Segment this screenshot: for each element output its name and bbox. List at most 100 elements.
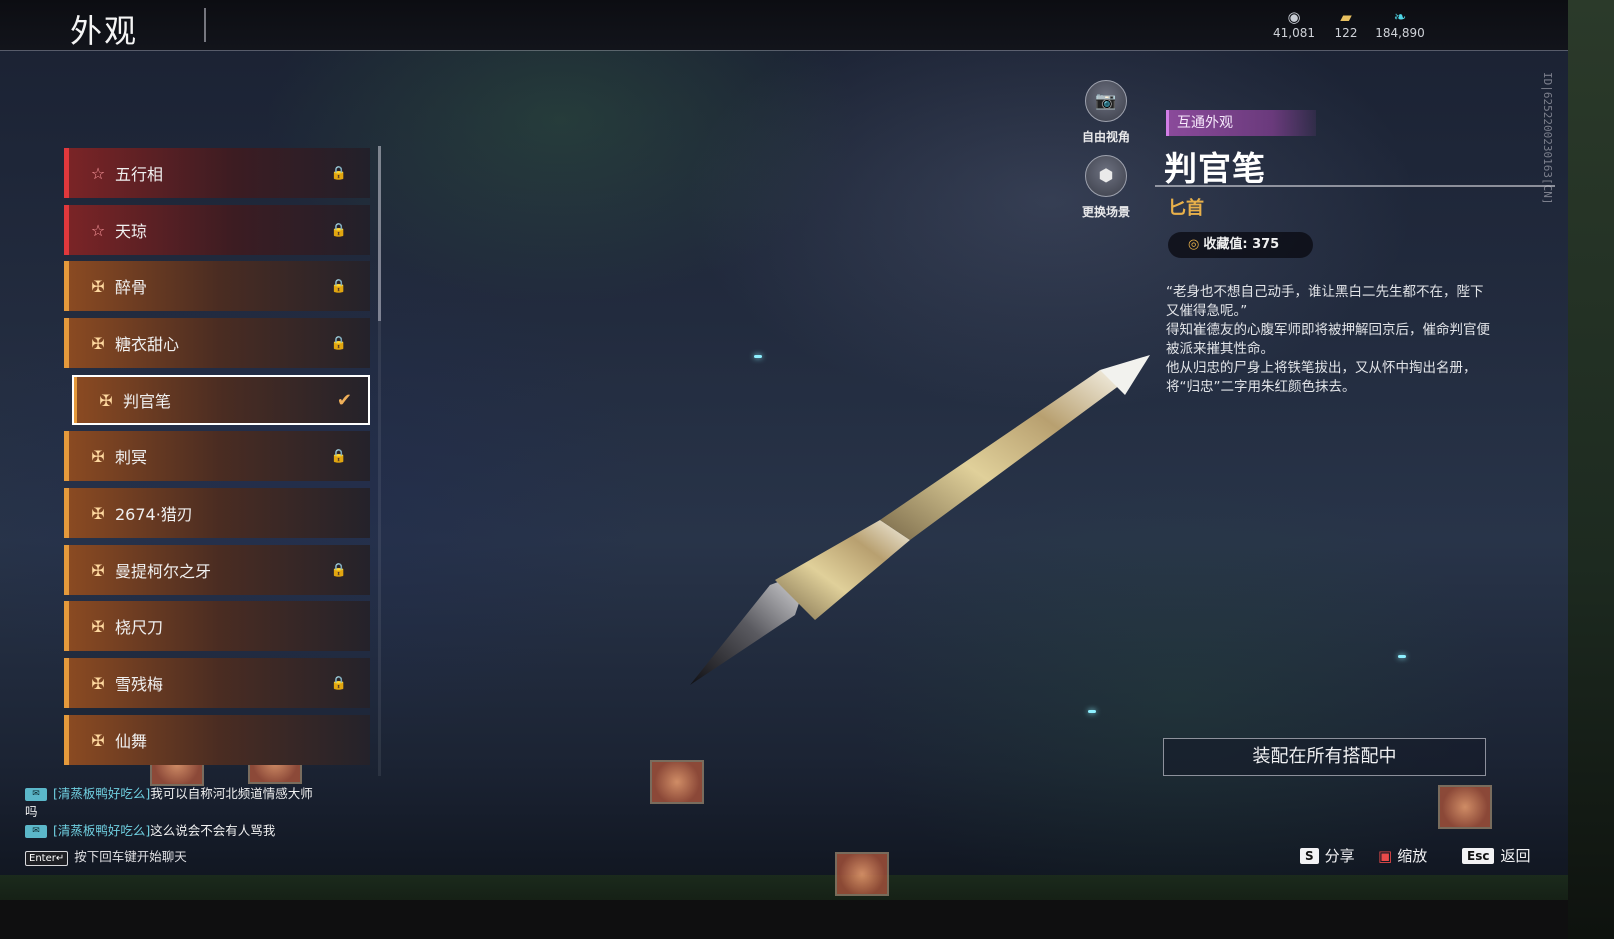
cross-ornament-icon: ✠ <box>91 503 105 523</box>
back-label: 返回 <box>1500 847 1531 865</box>
right-edge-background <box>1568 0 1614 939</box>
list-item[interactable]: ✠ 糖衣甜心 🔒 <box>64 318 370 368</box>
currency-ticket: ▰ 122 <box>1316 8 1376 40</box>
mouse-icon: ▣ <box>1378 846 1393 865</box>
lock-icon: 🔒 <box>330 675 348 691</box>
description-line: 得知崔德友的心腹军师即将被押解回京后，催命判官便被派来摧其性命。 <box>1166 322 1490 357</box>
currency-value: 41,081 <box>1273 26 1315 40</box>
lock-icon: 🔒 <box>330 222 348 238</box>
chat-text: 这么说会不会有人骂我 <box>150 823 276 838</box>
list-item[interactable]: ✠ 仙舞 <box>64 715 370 765</box>
list-item[interactable]: ✠ 2674·猎刃 <box>64 488 370 538</box>
list-item[interactable]: ✠ 雪残梅 🔒 <box>64 658 370 708</box>
spark-decoration <box>754 355 762 358</box>
list-item-name: 醉骨 <box>115 278 148 297</box>
cross-platform-tag: 互通外观 <box>1166 110 1316 136</box>
list-item[interactable]: ✠ 曼提柯尔之牙 🔒 <box>64 545 370 595</box>
share-label: 分享 <box>1324 847 1355 865</box>
cross-ornament-icon: ✠ <box>91 276 105 296</box>
item-type: 匕首 <box>1168 198 1204 219</box>
list-item-name: 仙舞 <box>115 732 148 751</box>
lock-icon: 🔒 <box>330 562 348 578</box>
page-title: 外观 <box>70 12 139 50</box>
bottom-bar <box>0 900 1568 939</box>
change-scene-button[interactable]: ⬢ 更换场景 <box>1071 155 1141 220</box>
zoom-label: 缩放 <box>1397 847 1428 865</box>
equip-all-button[interactable]: 装配在所有搭配中 <box>1163 738 1486 776</box>
lantern-decoration <box>650 760 704 804</box>
item-name: 判官笔 <box>1164 149 1266 188</box>
item-description: “老身也不想自己动手，谁让黑白二先生都不在，陛下又催得急呢。” 得知崔德友的心腹… <box>1166 283 1491 397</box>
collection-icon: ◎ <box>1188 237 1200 252</box>
free-view-label: 自由视角 <box>1081 130 1130 144</box>
list-item-name: 五行相 <box>115 165 164 184</box>
cross-ornament-icon: ✠ <box>91 446 105 466</box>
coin-icon: ◉ <box>1287 8 1301 26</box>
esc-key: Esc <box>1462 847 1495 864</box>
back-button[interactable]: Esc 返回 <box>1462 845 1530 866</box>
name-divider <box>1155 185 1555 187</box>
list-item-name: 2674·猎刃 <box>115 505 193 524</box>
appearance-list[interactable]: ☆ 五行相 🔒 ☆ 天琼 🔒 ✠ 醉骨 🔒 ✠ 糖衣甜心 🔒 ✠ 判官笔 ✔ ✠… <box>64 146 374 776</box>
chat-message: ✉ [清蒸板鸭好吃么]我可以自称河北频道情感大师吗 <box>25 785 315 821</box>
chat-hint-text: 按下回车键开始聊天 <box>74 849 187 864</box>
list-item-name: 刺冥 <box>115 448 148 467</box>
list-item[interactable]: ✠ 桡尺刀 <box>64 601 370 651</box>
cube-icon: ⬢ <box>1085 155 1127 197</box>
list-item-name: 曼提柯尔之牙 <box>115 562 212 581</box>
weapon-model[interactable] <box>680 340 1170 700</box>
description-line: 他从归忠的尸身上将铁笔拔出，又从怀中掏出名册，将“归忠”二字用朱红颜色抹去。 <box>1166 360 1477 395</box>
lantern-decoration <box>1438 785 1492 829</box>
cross-ornament-icon: ✠ <box>91 333 105 353</box>
cross-ornament-icon: ✠ <box>99 390 113 410</box>
list-item[interactable]: ✠ 醉骨 🔒 <box>64 261 370 311</box>
lantern-decoration <box>835 852 889 896</box>
collection-value-badge: ◎ 收藏值: 375 <box>1168 232 1313 258</box>
lock-icon: 🔒 <box>330 278 348 294</box>
change-scene-label: 更换场景 <box>1081 205 1130 219</box>
chat-message: ✉ [清蒸板鸭好吃么]这么说会不会有人骂我 <box>25 822 315 840</box>
zoom-button[interactable]: ▣ 缩放 <box>1378 845 1427 866</box>
star-icon: ☆ <box>90 220 106 240</box>
chat-hint[interactable]: Enter↵ 按下回车键开始聊天 <box>25 846 187 866</box>
free-view-button[interactable]: 📷 自由视角 <box>1071 80 1141 145</box>
enter-key: Enter↵ <box>25 851 69 866</box>
spark-decoration <box>1088 710 1096 713</box>
cross-ornament-icon: ✠ <box>91 730 105 750</box>
list-item[interactable]: ☆ 天琼 🔒 <box>64 205 370 255</box>
list-item[interactable]: ☆ 五行相 🔒 <box>64 148 370 198</box>
cross-ornament-icon: ✠ <box>91 560 105 580</box>
feather-icon: ❧ <box>1393 8 1407 26</box>
star-icon: ☆ <box>90 163 106 183</box>
lock-icon: 🔒 <box>330 335 348 351</box>
chat-panel: ✉ [清蒸板鸭好吃么]我可以自称河北频道情感大师吗 ✉ [清蒸板鸭好吃么]这么说会不… <box>25 785 315 841</box>
cross-ornament-icon: ✠ <box>91 616 105 636</box>
cross-ornament-icon: ✠ <box>91 673 105 693</box>
lock-icon: 🔒 <box>330 448 348 464</box>
title-separator <box>204 8 206 42</box>
currency-value: 184,890 <box>1375 26 1425 40</box>
list-item-name: 糖衣甜心 <box>115 335 180 354</box>
build-id: ID|6252200230163[CN] <box>1541 72 1554 205</box>
spark-decoration <box>1398 655 1406 658</box>
top-divider <box>0 50 1568 51</box>
list-item-name: 雪残梅 <box>115 675 164 694</box>
chat-sender[interactable]: [清蒸板鸭好吃么] <box>53 823 150 838</box>
check-icon: ✔ <box>336 389 352 411</box>
list-item-name: 天琼 <box>115 222 148 241</box>
collection-label: 收藏值: 375 <box>1203 237 1280 252</box>
camera-icon: 📷 <box>1085 80 1127 122</box>
list-item-name: 判官笔 <box>123 392 172 411</box>
currency-coin: ◉ 41,081 <box>1264 8 1324 40</box>
share-button[interactable]: S 分享 <box>1300 845 1355 866</box>
chat-channel-icon: ✉ <box>25 788 47 801</box>
list-scrollbar-thumb[interactable] <box>378 146 381 321</box>
share-key: S <box>1300 847 1319 864</box>
currency-value: 122 <box>1334 26 1358 40</box>
list-item-selected[interactable]: ✠ 判官笔 ✔ <box>72 375 370 425</box>
chat-sender[interactable]: [清蒸板鸭好吃么] <box>53 786 150 801</box>
list-item[interactable]: ✠ 刺冥 🔒 <box>64 431 370 481</box>
list-item-name: 桡尺刀 <box>115 618 164 637</box>
ticket-icon: ▰ <box>1340 8 1352 26</box>
chat-channel-icon: ✉ <box>25 825 47 838</box>
